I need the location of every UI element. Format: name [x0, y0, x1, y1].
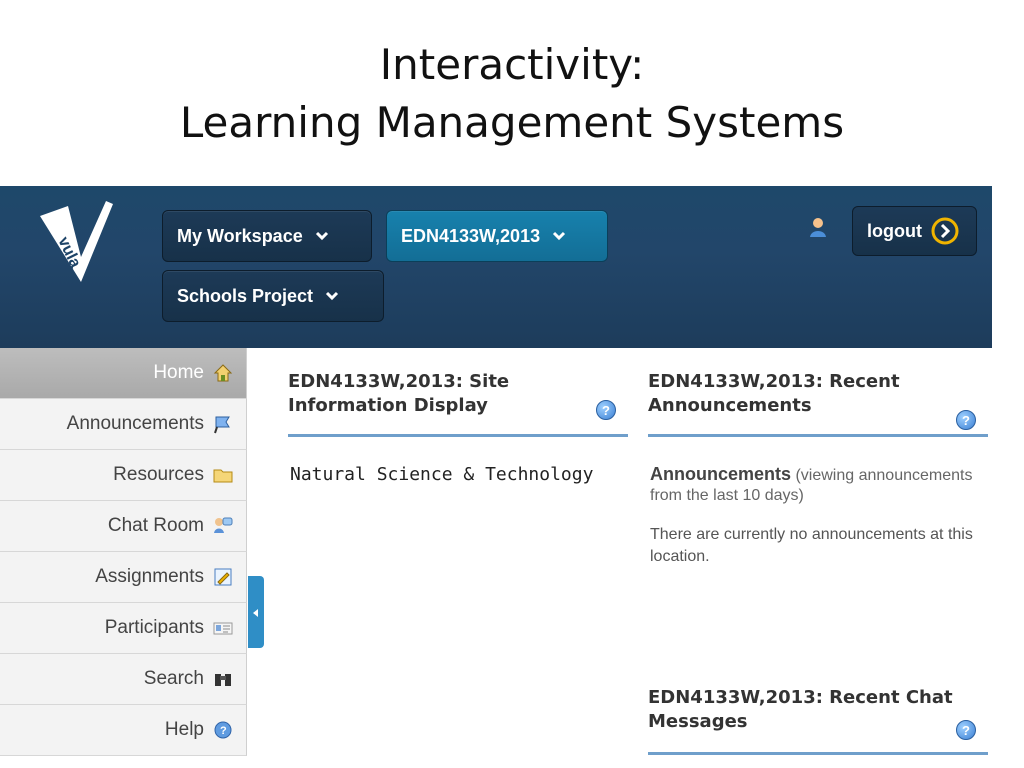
- my-workspace-label: My Workspace: [177, 225, 303, 246]
- sidebar-item-label: Chat Room: [107, 515, 204, 536]
- svg-text:vula: vula: [54, 234, 83, 270]
- schools-project-button[interactable]: Schools Project: [162, 270, 384, 322]
- sidebar-item-help[interactable]: Help ?: [0, 705, 247, 756]
- sidebar-item-search[interactable]: Search: [0, 654, 247, 705]
- sidebar-item-label: Resources: [113, 464, 204, 485]
- my-workspace-button[interactable]: My Workspace: [162, 210, 372, 262]
- vula-logo-icon[interactable]: vula: [24, 194, 120, 290]
- id-card-icon: [213, 622, 233, 635]
- recent-chat-messages-panel: EDN4133W,2013: Recent Chat Messages ?: [648, 686, 988, 755]
- user-avatar-icon[interactable]: [806, 216, 830, 240]
- collapse-sidebar-handle[interactable]: [248, 576, 264, 648]
- sidebar-item-home[interactable]: Home: [0, 348, 247, 399]
- sidebar-item-announcements[interactable]: Announcements: [0, 399, 247, 450]
- recent-announcements-panel: EDN4133W,2013: Recent Announcements ? An…: [648, 370, 988, 565]
- site-description: Natural Science & Technology: [290, 464, 594, 485]
- home-icon: [213, 364, 233, 382]
- sidebar-item-resources[interactable]: Resources: [0, 450, 247, 501]
- tool-menu: Home Announcements Resources Chat Room A…: [0, 348, 247, 768]
- svg-text:?: ?: [220, 725, 227, 737]
- pencil-icon: [214, 568, 232, 586]
- recent-announcements-title: EDN4133W,2013: Recent Announcements: [648, 371, 900, 416]
- chat-icon: [214, 517, 233, 533]
- chevron-down-icon: [315, 231, 328, 241]
- sidebar-item-chat-room[interactable]: Chat Room: [0, 501, 247, 552]
- current-site-label: EDN4133W,2013: [401, 225, 541, 246]
- sidebar-item-label: Help: [164, 719, 204, 740]
- sidebar-item-label: Search: [143, 668, 204, 689]
- logout-button[interactable]: logout: [852, 206, 977, 256]
- chevron-down-icon: [553, 231, 566, 241]
- help-icon: ?: [214, 721, 232, 739]
- panel-divider: [648, 434, 988, 437]
- site-information-panel: EDN4133W,2013: Site Information Display …: [288, 370, 628, 485]
- logout-arrow-icon: [931, 217, 959, 245]
- sidebar-item-label: Participants: [104, 617, 204, 638]
- help-icon[interactable]: ?: [956, 720, 976, 740]
- lms-window: vula My Workspace EDN4133W,2013 Schools …: [0, 186, 992, 768]
- slide-title-line-1: Interactivity:: [379, 40, 645, 89]
- sidebar-item-label: Announcements: [66, 413, 204, 434]
- slide-title-line-2: Learning Management Systems: [179, 98, 845, 147]
- flag-icon: [214, 416, 230, 434]
- help-icon[interactable]: ?: [596, 400, 616, 420]
- chevron-down-icon: [325, 291, 339, 301]
- site-information-title: EDN4133W,2013: Site Information Display: [288, 371, 510, 416]
- panel-divider: [288, 434, 628, 437]
- recent-chat-messages-title: EDN4133W,2013: Recent Chat Messages: [648, 687, 953, 732]
- sidebar-item-assignments[interactable]: Assignments: [0, 552, 247, 603]
- announcements-heading-bold: Announcements: [650, 464, 792, 484]
- logout-label: logout: [867, 220, 922, 241]
- current-site-button[interactable]: EDN4133W,2013: [386, 210, 608, 262]
- binoculars-icon: [215, 674, 231, 686]
- announcements-empty-message: There are currently no announcements at …: [650, 526, 973, 565]
- schools-project-label: Schools Project: [177, 285, 314, 306]
- sidebar-item-label: Assignments: [95, 566, 204, 587]
- top-navigation-bar: vula My Workspace EDN4133W,2013 Schools …: [0, 186, 992, 348]
- sidebar-item-participants[interactable]: Participants: [0, 603, 247, 654]
- help-icon[interactable]: ?: [956, 410, 976, 430]
- panel-divider: [648, 752, 988, 755]
- announcements-heading: Announcements (viewing announcements fro…: [650, 464, 988, 506]
- slide-title: Interactivity: Learning Management Syste…: [0, 36, 1024, 152]
- folder-icon: [213, 469, 233, 483]
- sidebar-item-label: Home: [153, 362, 204, 383]
